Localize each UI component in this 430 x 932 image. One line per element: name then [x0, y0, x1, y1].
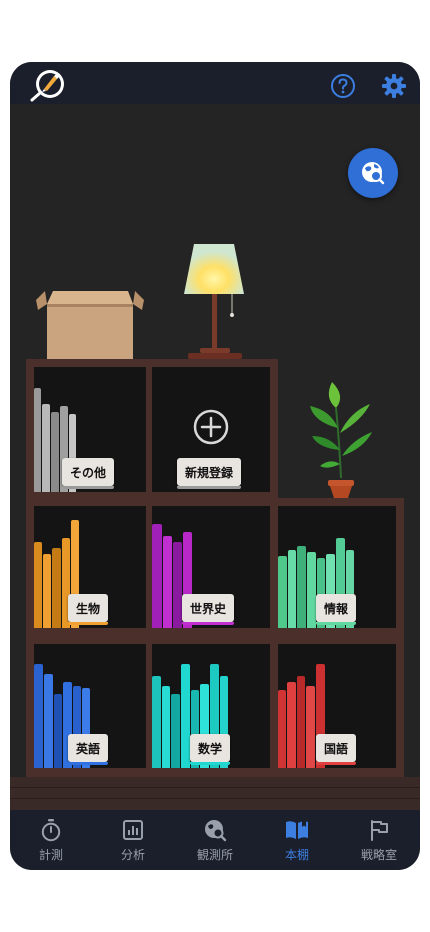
chart-icon	[123, 820, 143, 840]
shelf-new-registration[interactable]: 新規登録	[152, 367, 270, 492]
app-logo-icon	[30, 70, 64, 102]
shelf-math[interactable]: 数学	[152, 644, 270, 768]
app-screen: その他 新規登録 生物 世界史 情報 英語 数学 国語 計測 分析 観測所 本棚…	[10, 62, 420, 870]
lamp-image	[184, 244, 244, 359]
book	[34, 388, 41, 492]
label-strip	[177, 486, 242, 489]
shelf-label-text: 新規登録	[185, 465, 234, 480]
book	[181, 664, 190, 768]
tab-label: 観測所	[196, 848, 233, 862]
tab-measure[interactable]: 計測	[10, 810, 92, 870]
shelf-label: 英語	[68, 734, 109, 765]
plus-circle-icon	[193, 409, 229, 445]
shelf-world-history[interactable]: 世界史	[152, 506, 270, 628]
book	[307, 552, 316, 628]
book	[297, 546, 306, 628]
shelf-label-text: 数学	[198, 741, 223, 756]
shelf-label: 数学	[190, 734, 231, 765]
book	[162, 686, 170, 768]
book	[51, 412, 59, 492]
label-strip	[316, 762, 357, 765]
shelf-label-text: 情報	[324, 601, 349, 616]
book	[287, 682, 296, 768]
book-icon	[286, 820, 308, 839]
tab-label: 計測	[38, 848, 63, 862]
book	[173, 542, 182, 628]
shelf-label-text: 生物	[76, 601, 101, 616]
book	[278, 690, 286, 768]
shelf-label-text: 世界史	[190, 601, 227, 616]
tab-label: 戦略室	[360, 848, 397, 862]
book	[171, 694, 180, 768]
shelf-english[interactable]: 英語	[34, 644, 146, 768]
shelf-japanese[interactable]: 国語	[278, 644, 396, 768]
shelf-other[interactable]: その他	[34, 367, 146, 492]
floor-line	[10, 787, 420, 788]
observatory-search-button[interactable]	[348, 148, 398, 198]
shelf-information[interactable]: 情報	[278, 506, 396, 628]
book	[278, 556, 287, 628]
shelf-label: 新規登録	[177, 458, 242, 489]
top-bar	[10, 62, 420, 104]
floor	[10, 777, 420, 810]
plant-image	[310, 382, 372, 498]
help-circle-icon[interactable]	[329, 72, 357, 100]
book	[34, 664, 43, 768]
tab-label: 分析	[120, 848, 145, 862]
gear-icon[interactable]	[380, 72, 408, 100]
label-strip	[190, 762, 231, 765]
book	[152, 524, 162, 628]
shelf-label: 生物	[68, 594, 109, 625]
tab-strategy-room[interactable]: 戦略室	[338, 810, 420, 870]
book	[297, 676, 305, 768]
shelf-label: その他	[62, 458, 115, 489]
flag-icon	[371, 820, 388, 841]
floor-line	[10, 798, 420, 799]
book	[306, 686, 315, 768]
label-strip	[68, 762, 109, 765]
globe-search-icon	[362, 162, 385, 185]
stopwatch-icon	[41, 819, 61, 842]
book	[42, 404, 50, 492]
globe-search-icon	[205, 820, 227, 842]
book	[43, 554, 51, 628]
bottom-tab-bar: 計測 分析 観測所 本棚 戦略室	[10, 810, 420, 870]
book	[152, 676, 161, 768]
tab-bookshelf[interactable]: 本棚	[256, 810, 338, 870]
book	[163, 536, 172, 628]
book	[34, 542, 42, 628]
book	[52, 548, 61, 628]
shelf-label: 国語	[316, 734, 357, 765]
book	[44, 674, 53, 768]
shelf-label-text: 国語	[324, 741, 349, 756]
shelf-biology[interactable]: 生物	[34, 506, 146, 628]
shelf-label: 情報	[316, 594, 357, 625]
tab-label: 本棚	[284, 848, 309, 862]
label-strip	[182, 622, 235, 625]
tab-analysis[interactable]: 分析	[92, 810, 174, 870]
label-strip	[316, 622, 357, 625]
tab-observatory[interactable]: 観測所	[174, 810, 256, 870]
book	[288, 550, 296, 628]
cardboard-box-image	[36, 291, 144, 360]
shelf-label-text: 英語	[76, 741, 101, 756]
label-strip	[62, 486, 115, 489]
label-strip	[68, 622, 109, 625]
book	[54, 694, 62, 768]
shelf-label: 世界史	[182, 594, 235, 625]
shelf-label-text: その他	[70, 465, 107, 480]
